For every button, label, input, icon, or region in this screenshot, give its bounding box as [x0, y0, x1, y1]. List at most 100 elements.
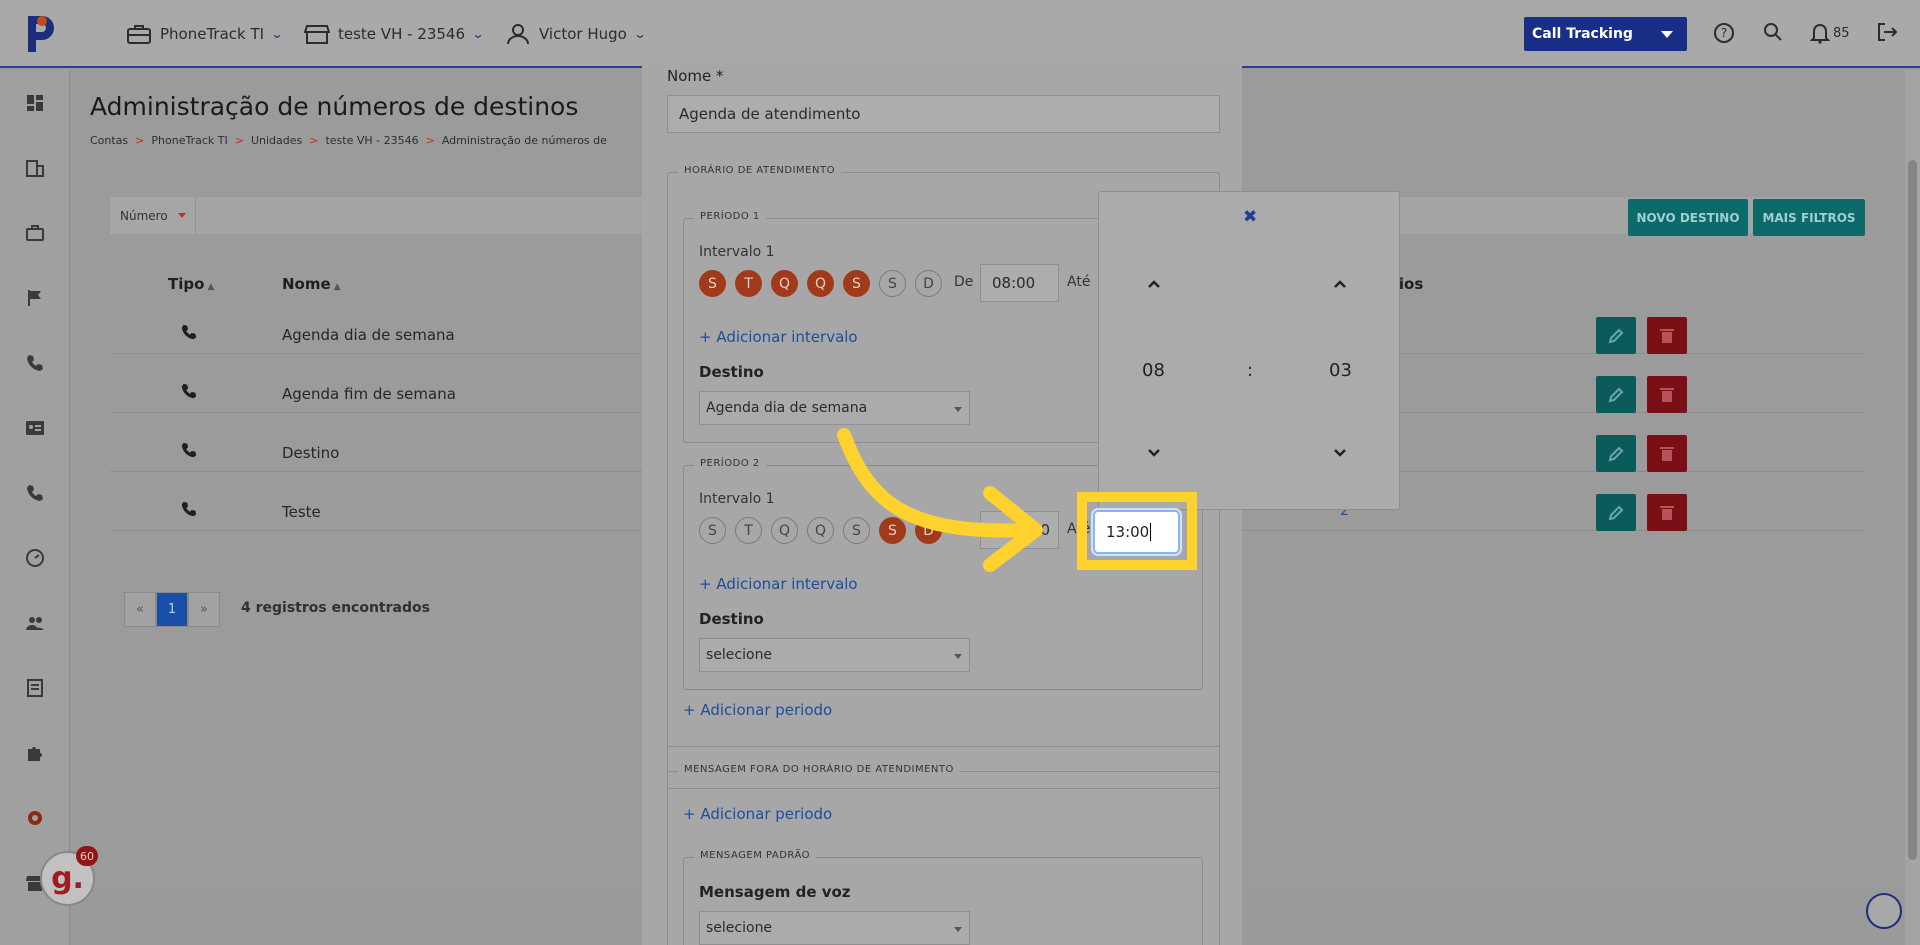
period1-day-qui[interactable]: Q — [807, 270, 834, 297]
period2-interval-label: Intervalo 1 — [699, 491, 775, 507]
period1-from-input[interactable]: 08:00 — [980, 264, 1059, 302]
scrollbar-thumb[interactable] — [1908, 160, 1917, 860]
gear-icon[interactable] — [25, 808, 45, 828]
period1-dest-select[interactable]: Agenda dia de semana — [699, 391, 970, 425]
period1-day-dom[interactable]: D — [915, 270, 942, 297]
product-select[interactable]: Call Tracking — [1524, 17, 1687, 51]
search-icon[interactable] — [1762, 21, 1784, 43]
period1-day-seg[interactable]: S — [699, 270, 726, 297]
support-bubble-icon[interactable] — [1866, 893, 1902, 929]
sidebar — [0, 70, 70, 945]
notifications-count: 85 — [1833, 25, 1850, 41]
period1-interval-label: Intervalo 1 — [699, 244, 775, 260]
phone-icon — [181, 501, 197, 517]
building-icon[interactable] — [25, 158, 45, 178]
filter-field-select[interactable]: Número — [110, 197, 196, 234]
unit-menu[interactable]: teste VH - 23546 ⌄ — [304, 22, 485, 46]
period1-day-sab[interactable]: S — [879, 270, 906, 297]
period2-to-value: 13:00 — [1106, 523, 1150, 541]
time-separator: : — [1247, 360, 1254, 381]
period2-day-seg[interactable]: S — [699, 517, 726, 544]
add-period-link[interactable]: + Adicionar periodo — [683, 701, 832, 719]
more-filters-button[interactable]: MAIS FILTROS — [1753, 199, 1865, 236]
period2-legend: PERÍODO 2 — [694, 458, 766, 469]
edit-icon — [1608, 446, 1624, 461]
period2-day-ter[interactable]: T — [735, 517, 762, 544]
row-name: Agenda fim de semana — [282, 385, 456, 403]
book-icon[interactable] — [25, 678, 45, 698]
filter-field-label: Número — [120, 208, 168, 223]
period2-dest-select[interactable]: selecione — [699, 638, 970, 672]
delete-button[interactable] — [1647, 435, 1687, 472]
caret-down-icon — [954, 654, 962, 659]
phone-icon[interactable] — [25, 353, 45, 373]
users-icon[interactable] — [25, 613, 45, 633]
pager-prev[interactable]: « — [124, 592, 156, 627]
dashboard-icon[interactable] — [25, 93, 45, 113]
edit-button[interactable] — [1596, 376, 1636, 413]
user-menu[interactable]: Victor Hugo ⌄ — [505, 22, 647, 46]
breadcrumb-item[interactable]: Unidades — [251, 134, 302, 147]
column-header-label: Tipo — [168, 275, 205, 293]
delete-button[interactable] — [1647, 494, 1687, 531]
briefcase-icon[interactable] — [25, 223, 45, 243]
svg-text:?: ? — [1721, 26, 1727, 40]
breadcrumb-item[interactable]: teste VH - 23546 — [325, 134, 418, 147]
voice-msg-select[interactable]: selecione — [699, 911, 970, 945]
chevron-down-icon: ⌄ — [270, 27, 284, 41]
chat-widget-logo: g. — [51, 861, 84, 896]
caret-down-icon — [1661, 31, 1673, 38]
caret-down-icon — [954, 927, 962, 932]
new-destination-button[interactable]: NOVO DESTINO — [1628, 199, 1748, 236]
phone-icon — [181, 324, 197, 340]
period2-add-interval-link[interactable]: + Adicionar intervalo — [699, 575, 858, 593]
sort-icon: ▲ — [330, 282, 341, 292]
column-header-nome[interactable]: Nome ▲ — [282, 275, 341, 293]
contact-card-icon[interactable] — [25, 418, 45, 438]
hour-down-chevron-icon[interactable] — [1146, 445, 1162, 461]
edit-button[interactable] — [1596, 494, 1636, 531]
period1-day-sex[interactable]: S — [843, 270, 870, 297]
hour-up-chevron-icon[interactable] — [1146, 276, 1162, 292]
puzzle-icon[interactable] — [25, 743, 45, 763]
breadcrumb-item[interactable]: PhoneTrack TI — [151, 134, 227, 147]
account-menu[interactable]: PhoneTrack TI ⌄ — [126, 22, 284, 46]
page-title: Administração de números de destinos — [90, 92, 579, 121]
caret-down-icon — [177, 213, 186, 218]
edit-button[interactable] — [1596, 317, 1636, 354]
column-header-tipo[interactable]: Tipo ▲ — [168, 275, 214, 293]
add-period-link-2[interactable]: + Adicionar periodo — [683, 805, 832, 823]
delete-button[interactable] — [1647, 376, 1687, 413]
phone-call-icon[interactable] — [25, 483, 45, 503]
period2-to-input[interactable]: 13:00 — [1093, 510, 1180, 554]
pager-page[interactable]: 1 — [156, 592, 188, 627]
help-icon[interactable]: ? — [1713, 22, 1735, 44]
app-logo[interactable] — [22, 12, 58, 56]
period1-add-interval-link[interactable]: + Adicionar intervalo — [699, 328, 858, 346]
close-icon[interactable]: ✖ — [1243, 207, 1257, 227]
edit-button[interactable] — [1596, 435, 1636, 472]
minute-value[interactable]: 03 — [1329, 360, 1352, 381]
breadcrumb: Contas > PhoneTrack TI > Unidades > teste V… — [90, 134, 607, 147]
logout-icon[interactable] — [1876, 21, 1898, 43]
period1-day-qua[interactable]: Q — [771, 270, 798, 297]
minute-up-chevron-icon[interactable] — [1332, 276, 1348, 292]
voice-msg-label: Mensagem de voz — [699, 883, 851, 901]
name-input[interactable]: Agenda de atendimento — [667, 95, 1220, 133]
breadcrumb-item[interactable]: Contas — [90, 134, 128, 147]
out-hours-legend: MENSAGEM FORA DO HORÁRIO DE ATENDIMENTO — [678, 764, 960, 775]
name-label: Nome * — [667, 67, 724, 85]
pager-next[interactable]: » — [188, 592, 220, 627]
default-msg-legend: MENSAGEM PADRÃO — [694, 850, 817, 861]
period2-day-qua[interactable]: Q — [771, 517, 798, 544]
hour-value[interactable]: 08 — [1142, 360, 1165, 381]
chevron-down-icon: ⌄ — [633, 27, 647, 41]
delete-button[interactable] — [1647, 317, 1687, 354]
flag-icon[interactable] — [25, 288, 45, 308]
period1-day-ter[interactable]: T — [735, 270, 762, 297]
scrollbar[interactable] — [1905, 70, 1920, 945]
minute-down-chevron-icon[interactable] — [1332, 445, 1348, 461]
notifications-button[interactable]: 85 — [1810, 22, 1850, 44]
gauge-icon[interactable] — [25, 548, 45, 568]
trash-icon — [1660, 328, 1674, 343]
